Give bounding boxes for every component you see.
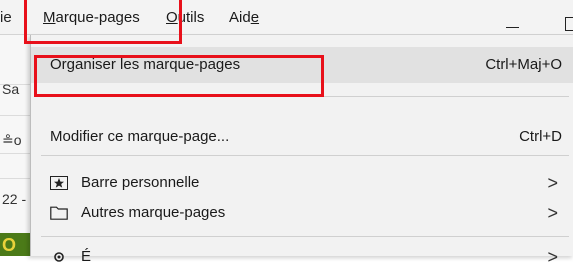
background-text-fragment: 22 - bbox=[2, 191, 27, 207]
menu-item-other-bookmarks[interactable]: Autres marque-pages > bbox=[31, 195, 573, 231]
menu-help-accel: e bbox=[250, 9, 260, 26]
divider bbox=[0, 153, 30, 154]
highlight-box-bookmarks-menu bbox=[24, 0, 182, 44]
menu-item-shortcut: Ctrl+D bbox=[519, 128, 562, 145]
background-text-fragment: ≗o bbox=[2, 132, 22, 148]
menu-item-label: Autres marque-pages bbox=[81, 204, 226, 221]
maximize-icon[interactable] bbox=[565, 17, 573, 31]
menu-partial-item[interactable]: ie bbox=[0, 9, 12, 27]
gear-icon bbox=[54, 252, 64, 262]
highlight-box-organize-item bbox=[34, 55, 324, 97]
menu-help-label: Aid bbox=[229, 9, 251, 26]
menu-item-label: Modifier ce marque-page... bbox=[50, 128, 230, 145]
minimize-icon[interactable] bbox=[506, 27, 519, 28]
menu-help[interactable]: Aide bbox=[229, 9, 259, 27]
background-text-fragment: Sa bbox=[2, 81, 20, 97]
chevron-right-icon: > bbox=[547, 203, 558, 223]
divider bbox=[0, 115, 30, 116]
background-thumbnail: O bbox=[0, 233, 30, 256]
chevron-right-icon: > bbox=[547, 247, 558, 267]
divider bbox=[0, 178, 30, 179]
chevron-right-icon: > bbox=[547, 173, 558, 193]
menu-item-shortcut: Ctrl+Maj+O bbox=[485, 56, 562, 73]
menu-item-label: Barre personnelle bbox=[81, 174, 200, 191]
menu-item-label: É bbox=[81, 248, 92, 265]
background-thumbnail-text: O bbox=[2, 235, 17, 255]
menu-item-edit-bookmark[interactable]: Modifier ce marque-page... Ctrl+D bbox=[31, 119, 573, 155]
browser-background-strip: Sa ≗o 22 - O bbox=[0, 35, 30, 256]
menu-separator bbox=[41, 236, 569, 237]
menu-item-partial[interactable]: É > bbox=[31, 239, 573, 275]
menu-separator bbox=[41, 155, 569, 156]
folder-icon bbox=[50, 206, 68, 220]
star-toolbar-icon bbox=[50, 176, 68, 190]
